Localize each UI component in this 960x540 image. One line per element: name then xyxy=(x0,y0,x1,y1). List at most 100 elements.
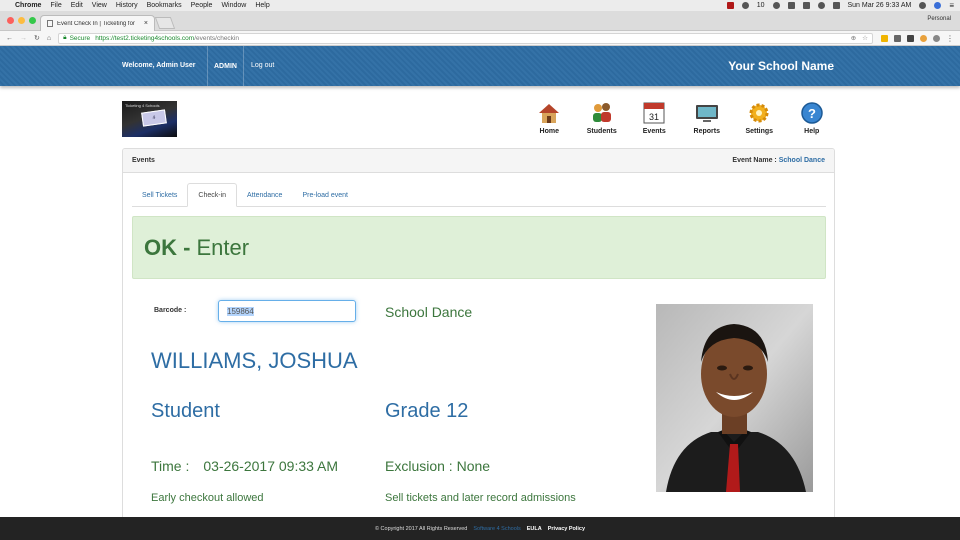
bluetooth-icon[interactable] xyxy=(802,2,810,9)
lock-icon: 🔒︎ xyxy=(63,34,67,41)
tab-sell-tickets[interactable]: Sell Tickets xyxy=(132,183,187,207)
url-host: https://test2.ticketing4schools.com xyxy=(95,34,195,42)
close-window-icon[interactable] xyxy=(7,17,14,24)
panel-title: Events xyxy=(132,157,155,164)
extension-icon[interactable] xyxy=(881,34,888,42)
reload-icon[interactable]: ↻ xyxy=(34,34,40,42)
site-logo[interactable]: Ticketing 4 Schools 4 xyxy=(122,101,177,137)
menu-list-icon[interactable]: ≡ xyxy=(949,1,954,10)
barcode-value: 159864 xyxy=(227,306,254,316)
status-ok: OK - xyxy=(144,234,191,260)
mac-menu-bar: Chrome File Edit View History Bookmarks … xyxy=(0,0,960,11)
nav-settings[interactable]: Settings xyxy=(733,101,786,135)
event-name-display: Event Name : School Dance xyxy=(732,157,825,164)
exclusion-status: Exclusion : None xyxy=(385,458,491,474)
close-tab-icon[interactable]: × xyxy=(144,20,148,27)
volume-icon[interactable] xyxy=(787,2,795,9)
home-browser-icon[interactable]: ⌂ xyxy=(47,35,51,42)
nav-reports-label: Reports xyxy=(693,128,720,135)
admin-link[interactable]: ADMIN xyxy=(207,46,244,86)
attendee-type: Student xyxy=(151,400,220,422)
status-message: Enter xyxy=(196,234,250,260)
main-nav: Home Students 31 Events Reports Settings… xyxy=(523,101,838,135)
tab-attendance[interactable]: Attendance xyxy=(237,183,292,207)
wifi-icon[interactable] xyxy=(817,2,825,9)
barcode-input[interactable]: 159864 xyxy=(218,300,356,322)
timemachine-icon[interactable] xyxy=(772,2,780,9)
logo-text: Ticketing 4 Schools xyxy=(125,103,160,108)
info-icon[interactable] xyxy=(741,2,749,9)
nav-home[interactable]: Home xyxy=(523,101,576,135)
new-tab-button[interactable] xyxy=(154,17,176,29)
nav-home-label: Home xyxy=(539,128,559,135)
help-icon: ? xyxy=(800,101,824,125)
gear-extension-icon[interactable] xyxy=(907,34,914,42)
nav-reports[interactable]: Reports xyxy=(681,101,734,135)
tab-strip: Event Check In | Ticketing for × Persona… xyxy=(0,11,960,31)
students-icon xyxy=(590,101,614,125)
nav-settings-label: Settings xyxy=(745,128,774,135)
eyedropper-icon[interactable] xyxy=(894,34,901,42)
menu-help[interactable]: Help xyxy=(255,2,269,9)
event-name-label: Event Name : xyxy=(732,157,779,164)
cookie-icon[interactable] xyxy=(920,34,927,42)
copyright-text: © Copyright 2017 All Rights Reserved xyxy=(374,525,468,532)
menu-people[interactable]: People xyxy=(191,2,213,9)
event-name-value[interactable]: School Dance xyxy=(779,157,825,164)
airplay-icon[interactable] xyxy=(832,2,840,9)
window-controls xyxy=(7,17,36,24)
events-panel: Events Event Name : School Dance Sell Ti… xyxy=(122,148,835,523)
nav-students-label: Students xyxy=(586,128,617,135)
menu-file[interactable]: File xyxy=(50,2,61,9)
forward-icon[interactable]: → xyxy=(20,35,27,42)
gear-icon xyxy=(747,101,771,125)
user-icon[interactable] xyxy=(934,2,942,9)
extensions: ⋮ xyxy=(881,34,954,43)
time-label: Time : xyxy=(151,458,190,474)
eula-link[interactable]: EULA xyxy=(527,526,542,532)
menu-view[interactable]: View xyxy=(92,2,107,9)
company-link[interactable]: Software 4 Schools xyxy=(473,526,520,532)
minimize-window-icon[interactable] xyxy=(18,17,25,24)
student-photo xyxy=(656,304,813,492)
nav-help[interactable]: ? Help xyxy=(786,101,839,135)
bookmark-star-icon[interactable]: ☆ xyxy=(862,34,868,42)
privacy-policy-link[interactable]: Privacy Policy xyxy=(548,526,585,532)
battery-label[interactable]: 10 xyxy=(757,2,765,9)
menu-history[interactable]: History xyxy=(116,2,138,9)
profile-label[interactable]: Personal xyxy=(927,16,951,22)
nav-students[interactable]: Students xyxy=(576,101,629,135)
menu-app[interactable]: Chrome xyxy=(15,2,41,9)
menu-bookmarks[interactable]: Bookmarks xyxy=(147,2,182,9)
checkin-time: Time : 03-26-2017 09:33 AM xyxy=(151,458,338,474)
back-icon[interactable]: ← xyxy=(6,35,13,42)
nav-events[interactable]: 31 Events xyxy=(628,101,681,135)
panel-header: Events Event Name : School Dance xyxy=(123,149,834,173)
status-area: 10 Sun Mar 26 9:33 AM ≡ xyxy=(726,1,954,10)
barcode-label: Barcode : xyxy=(154,307,187,314)
maximize-window-icon[interactable] xyxy=(29,17,36,24)
browser-tab[interactable]: Event Check In | Ticketing for × xyxy=(40,15,155,31)
recording-icon[interactable] xyxy=(726,2,734,9)
menu-window[interactable]: Window xyxy=(221,2,246,9)
time-value: 03-26-2017 09:33 AM xyxy=(203,458,339,474)
student-name: WILLIAMS, JOSHUA xyxy=(151,348,358,373)
info-extension-icon[interactable] xyxy=(933,34,940,42)
clock[interactable]: Sun Mar 26 9:33 AM xyxy=(848,2,912,9)
sell-tickets-note: Sell tickets and later record admissions xyxy=(385,492,576,504)
svg-text:?: ? xyxy=(808,106,816,121)
zoom-icon[interactable]: ⊕ xyxy=(851,34,856,42)
checkin-event-name: School Dance xyxy=(385,304,473,320)
url-path: /events/checkin xyxy=(194,34,239,42)
nav-events-label: Events xyxy=(642,128,666,135)
url-field[interactable]: 🔒︎ Secure https://test2.ticketing4school… xyxy=(58,32,873,44)
site-footer: © Copyright 2017 All Rights Reserved Sof… xyxy=(0,517,960,540)
tab-pre-load-event[interactable]: Pre-load event xyxy=(292,183,358,207)
tab-check-in[interactable]: Check-in xyxy=(187,183,238,207)
browser-menu-icon[interactable]: ⋮ xyxy=(946,34,954,43)
monitor-icon xyxy=(695,101,719,125)
menu-edit[interactable]: Edit xyxy=(71,2,83,9)
logout-link[interactable]: Log out xyxy=(251,62,274,69)
tab-title: Event Check In | Ticketing for xyxy=(57,20,135,27)
search-icon[interactable] xyxy=(919,2,927,9)
